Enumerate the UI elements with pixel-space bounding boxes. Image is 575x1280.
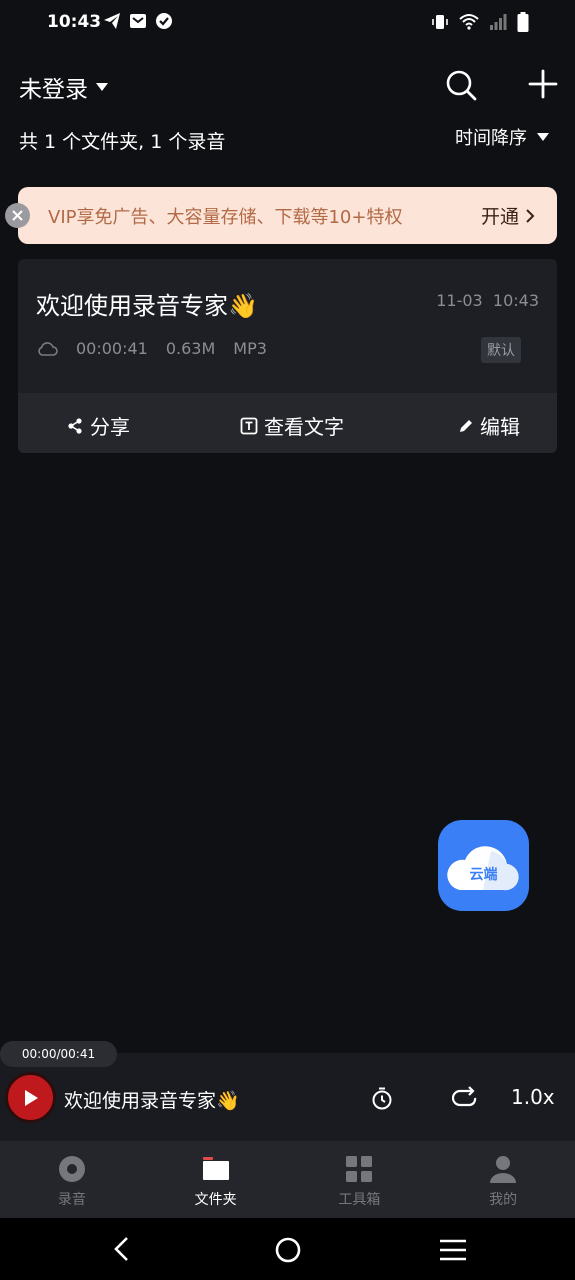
close-banner-button[interactable] — [5, 203, 30, 228]
sort-selector[interactable]: 时间降序 — [455, 124, 549, 150]
mail-icon — [130, 14, 146, 28]
recording-format: MP3 — [233, 339, 267, 358]
profile-icon — [490, 1156, 517, 1183]
view-text-button[interactable]: 查看文字 — [240, 411, 344, 440]
system-nav-bar — [0, 1218, 575, 1280]
notification-icons — [103, 12, 173, 30]
vip-open-label: 开通 — [480, 206, 519, 228]
search-icon[interactable] — [444, 68, 478, 102]
add-icon[interactable] — [527, 68, 559, 100]
play-icon — [24, 1089, 38, 1106]
recording-date: 11-03 — [436, 291, 483, 310]
vip-open-button[interactable]: 开通 — [481, 202, 535, 229]
repeat-icon[interactable] — [452, 1086, 478, 1110]
playback-speed-button[interactable]: 1.0x — [511, 1085, 555, 1109]
signal-icon — [490, 14, 507, 30]
telegram-icon — [104, 13, 120, 29]
recording-card[interactable]: 欢迎使用录音专家👋 11-03 10:43 00:00:41 0.63M MP3… — [18, 259, 557, 453]
chevron-right-icon — [526, 208, 535, 223]
folder-summary: 共 1 个文件夹, 1 个录音 — [19, 131, 226, 153]
caret-down-icon — [537, 133, 549, 141]
cloud-fab-label: 云端 — [469, 867, 498, 883]
nav-label-toolbox: 工具箱 — [338, 1192, 381, 1208]
recording-time: 10:43 — [492, 291, 539, 310]
record-icon — [58, 1156, 85, 1182]
nav-item-profile[interactable]: 我的 — [431, 1141, 575, 1218]
nav-label-record: 录音 — [57, 1192, 86, 1208]
toolbox-icon — [346, 1156, 373, 1182]
recording-actions: 分享 查看文字 编辑 — [18, 393, 557, 453]
nav-item-record[interactable]: 录音 — [0, 1141, 144, 1218]
battery-icon — [517, 12, 529, 32]
check-circle-icon — [156, 13, 172, 29]
view-text-label: 查看文字 — [264, 415, 344, 439]
nav-item-folder[interactable]: 文件夹 — [144, 1141, 288, 1218]
edit-icon — [460, 419, 472, 432]
sort-label: 时间降序 — [455, 128, 527, 149]
share-icon — [68, 417, 82, 434]
recording-meta: 00:00:41 0.63M MP3 — [36, 339, 267, 358]
status-time: 10:43 — [47, 12, 102, 32]
share-button[interactable]: 分享 — [66, 411, 130, 440]
back-icon[interactable] — [110, 1236, 134, 1262]
playback-progress: 00:00/00:41 — [0, 1041, 117, 1067]
bottom-nav: 录音 文件夹 工具箱 我的 — [0, 1141, 575, 1218]
vip-banner-text: VIP享免广告、大容量存储、下载等10+特权 — [48, 207, 403, 228]
edit-label: 编辑 — [480, 415, 520, 439]
recording-datetime: 11-03 10:43 — [436, 291, 539, 310]
close-icon — [12, 210, 23, 221]
status-bar: 10:43 — [0, 0, 575, 48]
account-selector[interactable]: 未登录 — [19, 70, 108, 104]
nav-item-toolbox[interactable]: 工具箱 — [288, 1141, 432, 1218]
vip-banner[interactable]: VIP享免广告、大容量存储、下载等10+特权 开通 — [18, 187, 557, 244]
caret-down-icon — [96, 83, 108, 91]
share-label: 分享 — [90, 415, 130, 439]
nav-label-profile: 我的 — [489, 1192, 518, 1208]
nav-label-folder: 文件夹 — [194, 1192, 237, 1208]
timer-icon[interactable] — [370, 1086, 394, 1110]
folder-icon — [202, 1157, 229, 1180]
folder-tag: 默认 — [481, 337, 521, 363]
recording-title: 欢迎使用录音专家👋 — [36, 292, 258, 320]
recording-size: 0.63M — [165, 339, 216, 358]
recording-duration: 00:00:41 — [76, 339, 148, 358]
cloud-fab-button[interactable]: 云端 — [438, 820, 529, 911]
player-title: 欢迎使用录音专家👋 — [64, 1090, 240, 1112]
cloud-icon — [38, 341, 58, 356]
text-icon — [240, 417, 258, 434]
vibrate-icon — [432, 15, 448, 29]
account-label: 未登录 — [19, 77, 88, 103]
menu-icon[interactable] — [439, 1239, 467, 1261]
edit-button[interactable]: 编辑 — [458, 411, 520, 440]
play-button[interactable] — [5, 1072, 56, 1123]
home-icon[interactable] — [274, 1236, 302, 1264]
wifi-icon — [459, 14, 479, 30]
system-status-icons — [431, 12, 529, 32]
